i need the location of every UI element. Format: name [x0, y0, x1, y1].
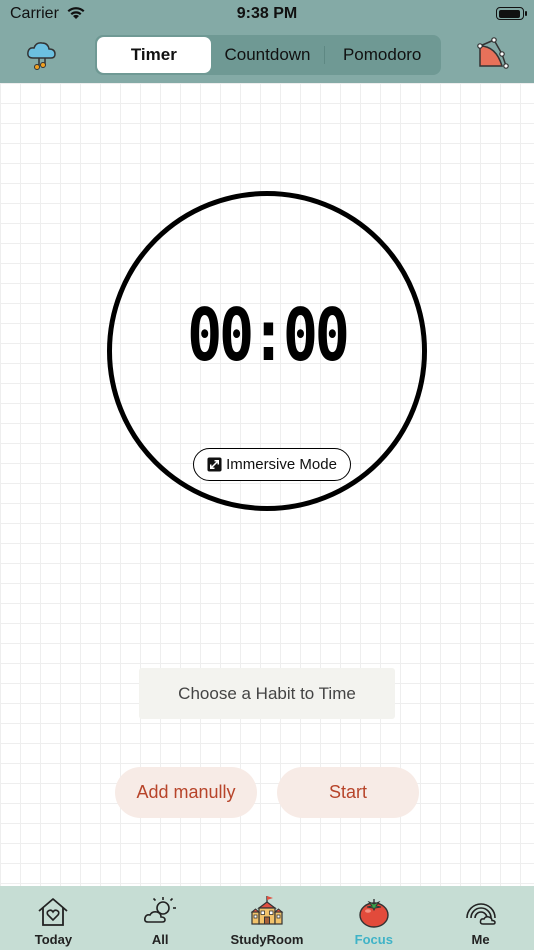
bottom-tab-bar: Today All StudyRoom Focus Me — [0, 886, 534, 950]
school-icon — [250, 896, 284, 925]
home-heart-icon — [38, 898, 68, 926]
status-time: 9:38 PM — [236, 5, 298, 22]
tomato-icon — [359, 899, 389, 928]
rainbow-cloud-icon — [465, 903, 496, 925]
tab-focus[interactable]: Focus — [320, 886, 427, 950]
tab-all[interactable]: All — [107, 886, 214, 950]
expand-icon — [207, 457, 222, 472]
tab-all-label: All — [151, 932, 169, 947]
status-bar: Carrier 9:38 PM — [0, 0, 534, 28]
start-button[interactable]: Start — [277, 767, 419, 818]
timer-display: 00:00 — [187, 292, 350, 378]
choose-habit-button[interactable]: Choose a Habit to Time — [139, 668, 395, 719]
tab-countdown[interactable]: Countdown — [211, 37, 325, 73]
pie-chart-edit-icon[interactable] — [474, 36, 510, 72]
start-label: Start — [328, 782, 367, 802]
battery-icon — [496, 7, 527, 20]
tab-studyroom-label: StudyRoom — [230, 932, 304, 947]
immersive-mode-button[interactable]: Immersive Mode — [193, 448, 351, 481]
main-content: 00:00 Immersive Mode Choose a Habit to T… — [0, 83, 534, 886]
tab-today-label: Today — [34, 932, 73, 947]
nav-bar: Timer Countdown Pomodoro — [0, 28, 534, 83]
immersive-mode-label: Immersive Mode — [226, 456, 337, 473]
mode-segmented-control: Timer Countdown Pomodoro — [95, 35, 441, 75]
add-manually-label: Add manully — [136, 782, 236, 802]
tab-me[interactable]: Me — [427, 886, 534, 950]
sun-cloud-icon — [144, 897, 177, 923]
add-manually-button[interactable]: Add manully — [115, 767, 257, 818]
tab-me-label: Me — [471, 932, 490, 947]
tab-today[interactable]: Today — [0, 886, 107, 950]
tab-pomodoro[interactable]: Pomodoro — [325, 37, 439, 73]
tab-timer[interactable]: Timer — [97, 37, 211, 73]
tab-studyroom[interactable]: StudyRoom — [214, 886, 321, 950]
cloud-music-icon[interactable] — [24, 36, 60, 72]
tab-focus-label: Focus — [354, 932, 393, 947]
choose-habit-label: Choose a Habit to Time — [178, 683, 356, 703]
timer-dial: 00:00 Immersive Mode — [107, 191, 427, 511]
